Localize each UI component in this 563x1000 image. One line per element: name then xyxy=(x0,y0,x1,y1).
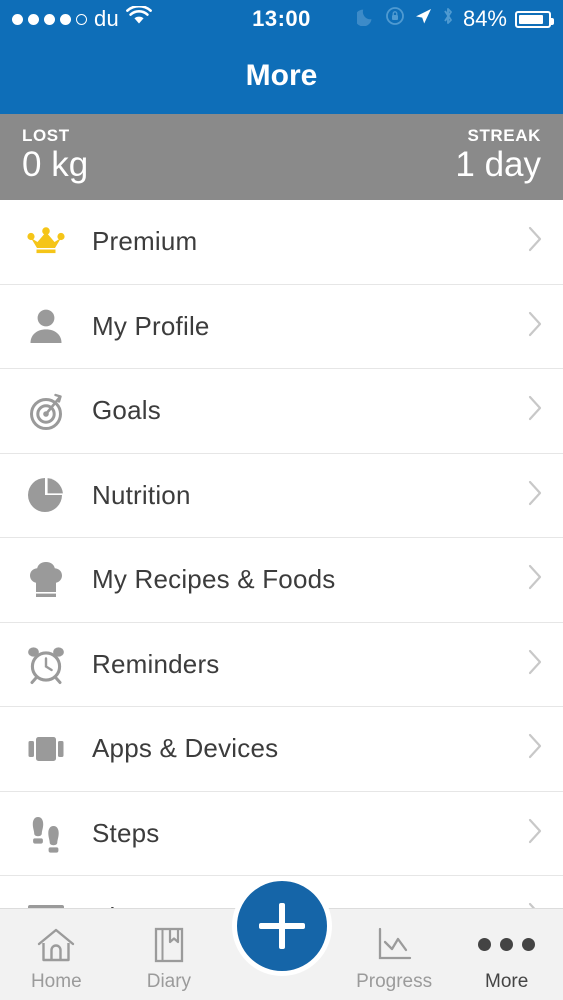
bottom-tab-bar: Home Diary Progress More xyxy=(0,876,563,1000)
tab-label: Progress xyxy=(356,970,433,992)
status-bar-left: du xyxy=(12,4,152,32)
menu-item-apps-and-devices[interactable]: Apps & Devices xyxy=(0,707,563,792)
menu-item-reminders[interactable]: Reminders xyxy=(0,622,563,707)
menu-item-label: Goals xyxy=(92,395,161,426)
person-icon xyxy=(18,305,74,347)
target-icon xyxy=(18,389,74,433)
tab-more[interactable]: More xyxy=(450,909,563,1000)
menu-item-goals[interactable]: Goals xyxy=(0,369,563,454)
page-title: More xyxy=(245,59,318,92)
devices-icon xyxy=(18,732,74,766)
crown-icon xyxy=(18,222,74,262)
stat-lost-value: 0 kg xyxy=(22,145,89,185)
status-bar-right: 84% xyxy=(354,6,554,32)
tab-label: More xyxy=(485,970,529,992)
menu-item-my-profile[interactable]: My Profile xyxy=(0,284,563,369)
footprints-icon xyxy=(18,811,74,855)
carrier-name: du xyxy=(94,6,120,31)
menu-item-label: Premium xyxy=(92,226,198,257)
tab-label: Home xyxy=(30,970,82,992)
chevron-right-icon xyxy=(525,392,545,429)
chevron-right-icon xyxy=(525,477,545,514)
stat-streak: STREAK 1 day xyxy=(455,126,541,184)
tab-progress[interactable]: Progress xyxy=(338,909,451,1000)
chevron-right-icon xyxy=(525,223,545,260)
wifi-icon xyxy=(126,4,152,32)
rotation-lock-icon xyxy=(385,6,405,32)
alarm-clock-icon xyxy=(18,642,74,686)
stats-summary-bar: LOST 0 kg STREAK 1 day xyxy=(0,114,563,200)
bluetooth-icon xyxy=(441,6,455,32)
status-bar: du 13:00 84% xyxy=(0,0,563,38)
ellipsis-icon xyxy=(478,923,536,967)
stat-lost-label: LOST xyxy=(22,126,70,146)
menu-item-premium[interactable]: Premium xyxy=(0,200,563,285)
menu-item-label: My Recipes & Foods xyxy=(92,564,336,595)
tab-home[interactable]: Home xyxy=(0,909,113,1000)
tab-label: Diary xyxy=(146,970,192,992)
stat-streak-value: 1 day xyxy=(455,145,541,185)
chevron-right-icon xyxy=(525,561,545,598)
menu-list: Premium My Profile Goals Nutrition My Re… xyxy=(0,200,563,961)
navigation-bar: More xyxy=(0,38,563,114)
book-icon xyxy=(151,923,187,967)
menu-item-my-recipes-and-foods[interactable]: My Recipes & Foods xyxy=(0,538,563,623)
chevron-right-icon xyxy=(525,646,545,683)
stat-streak-label: STREAK xyxy=(467,126,541,146)
tab-diary[interactable]: Diary xyxy=(113,909,226,1000)
chevron-right-icon xyxy=(525,730,545,767)
battery-percentage: 84% xyxy=(462,6,507,31)
menu-item-label: Reminders xyxy=(92,648,220,679)
menu-item-label: Steps xyxy=(92,817,160,848)
menu-item-label: My Profile xyxy=(92,310,210,341)
pie-chart-icon xyxy=(18,474,74,516)
battery-icon xyxy=(515,10,554,28)
menu-item-label: Nutrition xyxy=(92,479,191,510)
do-not-disturb-moon-icon xyxy=(354,6,377,32)
menu-item-nutrition[interactable]: Nutrition xyxy=(0,453,563,538)
location-arrow-icon xyxy=(413,6,433,32)
line-chart-icon xyxy=(373,923,415,967)
plus-icon xyxy=(258,903,305,949)
menu-item-label: Apps & Devices xyxy=(92,733,279,764)
chevron-right-icon xyxy=(525,815,545,852)
chevron-right-icon xyxy=(525,308,545,345)
home-icon xyxy=(35,923,77,967)
chef-hat-icon xyxy=(18,558,74,602)
signal-strength-icon xyxy=(12,13,87,25)
menu-item-steps[interactable]: Steps xyxy=(0,791,563,876)
add-entry-fab-button[interactable] xyxy=(231,876,332,976)
stat-lost: LOST 0 kg xyxy=(22,126,88,184)
